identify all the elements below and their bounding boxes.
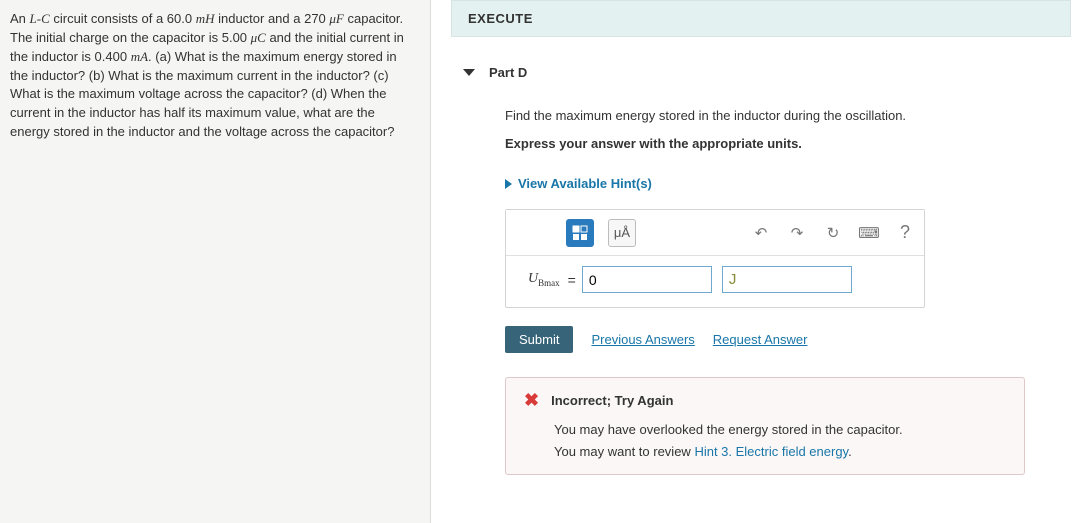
part-units-instruction: Express your answer with the appropriate… (505, 134, 1051, 154)
text: circuit consists of a 60.0 (50, 11, 196, 26)
part-label: Part D (489, 65, 527, 80)
keyboard-button[interactable]: ⌨ (858, 222, 880, 244)
unit-input[interactable] (722, 266, 852, 293)
view-hints-toggle[interactable]: View Available Hint(s) (505, 176, 652, 191)
unit-uF: μF (329, 11, 343, 26)
hint-3-link[interactable]: Hint 3. Electric field energy (694, 444, 848, 459)
help-button[interactable]: ? (894, 222, 916, 244)
request-answer-link[interactable]: Request Answer (713, 332, 808, 347)
undo-button[interactable]: ↶ (750, 222, 772, 244)
part-header[interactable]: Part D (451, 59, 1071, 88)
feedback-title: Incorrect; Try Again (551, 393, 673, 408)
chevron-right-icon (505, 179, 512, 189)
submit-row: Submit Previous Answers Request Answer (505, 326, 1051, 353)
execute-header: EXECUTE (451, 0, 1071, 37)
value-input[interactable] (582, 266, 712, 293)
feedback-panel: ✖ Incorrect; Try Again You may have over… (505, 377, 1025, 475)
answer-toolbar: μÅ ↶ ↷ ↻ ⌨ ? (506, 210, 924, 256)
unit-mH: mH (196, 11, 215, 26)
templates-button[interactable] (566, 219, 594, 247)
text: An (10, 11, 30, 26)
answer-variable: UBmax (528, 271, 560, 288)
math: L-C (30, 11, 50, 26)
feedback-line-1: You may have overlooked the energy store… (554, 419, 1010, 440)
incorrect-x-icon: ✖ (524, 390, 539, 411)
answer-box: μÅ ↶ ↷ ↻ ⌨ ? UBmax = (505, 209, 925, 308)
chevron-down-icon (463, 69, 475, 76)
hints-label: View Available Hint(s) (518, 176, 652, 191)
answer-input-row: UBmax = (506, 256, 924, 307)
previous-answers-link[interactable]: Previous Answers (591, 332, 694, 347)
unit-uC: μC (251, 30, 266, 45)
submit-button[interactable]: Submit (505, 326, 573, 353)
part-prompt: Find the maximum energy stored in the in… (505, 106, 1051, 126)
redo-button[interactable]: ↷ (786, 222, 808, 244)
problem-statement: An L-C circuit consists of a 60.0 mH ind… (0, 0, 430, 523)
unit-mA: mA (131, 49, 148, 64)
units-button[interactable]: μÅ (608, 219, 636, 247)
feedback-line-2: You may want to review Hint 3. Electric … (554, 441, 1010, 462)
text: inductor and a 270 (214, 11, 329, 26)
equals-sign: = (568, 272, 576, 288)
reset-button[interactable]: ↻ (822, 222, 844, 244)
